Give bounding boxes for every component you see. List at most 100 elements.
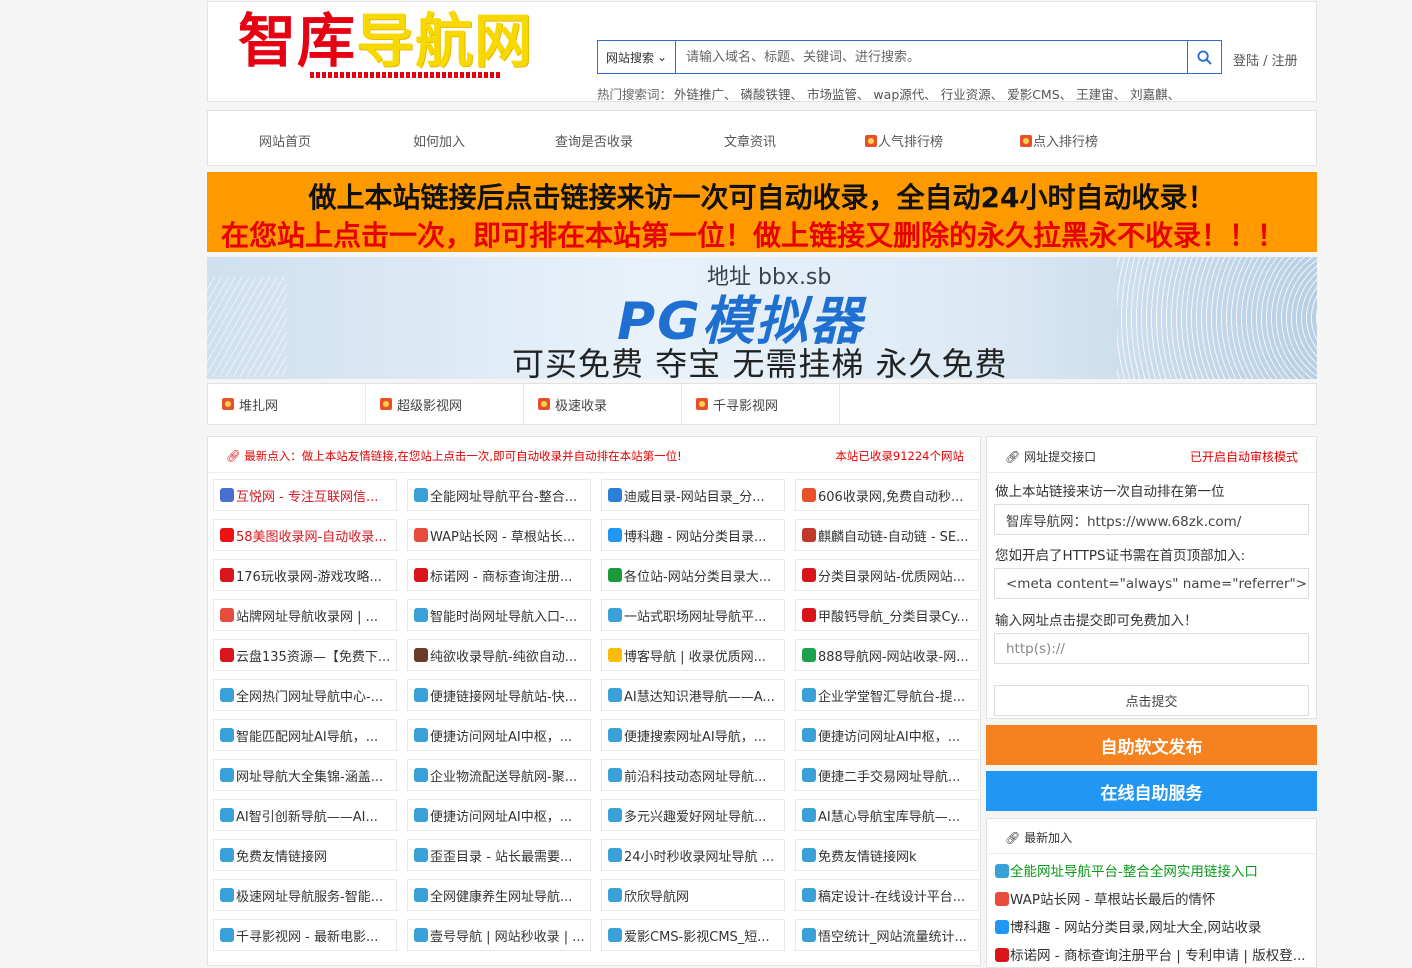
site-link[interactable]: 便捷访问网址AI中枢，... — [407, 799, 591, 831]
site-favicon-icon — [608, 528, 622, 542]
site-link[interactable]: AI慧达知识港导航——A... — [601, 679, 785, 711]
nav-how-to-join[interactable]: 如何加入 — [413, 131, 465, 150]
site-link[interactable]: AI慧心导航宝库导航—... — [795, 799, 979, 831]
site-link[interactable]: 智能匹配网址AI导航，... — [213, 719, 397, 751]
site-link[interactable]: 稿定设计-在线设计平台... — [795, 879, 979, 911]
friend-link[interactable]: 堆扎网 — [208, 384, 366, 424]
site-header: 智库导航网 网站搜索⌄ 登陆 / 注册 热门搜索词：外链推广、 磷酸铁锂、 市场… — [207, 1, 1317, 102]
search-button[interactable] — [1187, 41, 1221, 73]
site-link[interactable]: 各位站-网站分类目录大... — [601, 559, 785, 591]
notice-banner[interactable]: 做上本站链接后点击链接来访一次可自动收录，全自动24小时自动收录！ 在您站上点击… — [207, 172, 1317, 252]
site-link[interactable]: 网址导航大全集锦-涵盖... — [213, 759, 397, 791]
site-link[interactable]: 便捷访问网址AI中枢，... — [795, 719, 979, 751]
site-link[interactable]: 爱影CMS-影视CMS_短... — [601, 919, 785, 951]
site-link[interactable]: 58美图收录网-自动收录... — [213, 519, 397, 551]
site-link-label: 便捷访问网址AI中枢，... — [430, 729, 573, 745]
latest-join-item[interactable]: 全能网址导航平台-整合全网实用链接入口 — [995, 860, 1258, 880]
site-link[interactable]: 多元兴趣爱好网址导航... — [601, 799, 785, 831]
notice-line-2: 在您站上点击一次，即可排在本站第一位！做上链接又删除的永久拉黑永不收录！！！ — [221, 219, 1286, 252]
site-link[interactable]: 全网热门网址导航中心-... — [213, 679, 397, 711]
site-link[interactable]: 标诺网 - 商标查询注册... — [407, 559, 591, 591]
site-favicon-icon — [608, 488, 622, 502]
site-link[interactable]: 全网健康养生网址导航... — [407, 879, 591, 911]
site-link[interactable]: 企业学堂智汇导航台-提... — [795, 679, 979, 711]
site-link[interactable]: 云盘135资源—【免费下... — [213, 639, 397, 671]
site-link[interactable]: 麒麟自动链-自动链 - SE... — [795, 519, 979, 551]
site-link[interactable]: 便捷访问网址AI中枢，... — [407, 719, 591, 751]
site-link[interactable]: 便捷二手交易网址导航... — [795, 759, 979, 791]
nav-home[interactable]: 网站首页 — [259, 131, 311, 150]
site-link[interactable]: 纯欲收录导航-纯欲自动... — [407, 639, 591, 671]
hot-search-words[interactable]: 热门搜索词： 外链推广、 磷酸铁锂、 市场监管、 wap源代、 行业资源、 爱影C… — [597, 84, 1180, 103]
site-link[interactable]: 互悦网 - 专注互联网信... — [213, 479, 397, 511]
site-favicon-icon — [995, 864, 1009, 878]
site-link[interactable]: AI智引创新导航——AI... — [213, 799, 397, 831]
site-link[interactable]: 极速网址导航服务-智能... — [213, 879, 397, 911]
nav-articles[interactable]: 文章资讯 — [724, 131, 776, 150]
site-link[interactable]: 智能时尚网址导航入口-... — [407, 599, 591, 631]
site-favicon-icon — [802, 488, 816, 502]
site-link-label: 甲酸钙导航_分类目录Cy... — [818, 609, 969, 625]
site-link-label: 全网健康养生网址导航... — [430, 889, 573, 905]
site-link[interactable]: 一站式职场网址导航平... — [601, 599, 785, 631]
nav-popular-ranking[interactable]: 人气排行榜 — [865, 131, 943, 150]
submit-button[interactable]: 点击提交 — [994, 685, 1309, 716]
site-link-code[interactable]: 智库导航网：https://www.68zk.com/ — [994, 504, 1309, 535]
site-favicon-icon — [220, 768, 234, 782]
site-link[interactable]: 歪歪目录 - 站长最需要... — [407, 839, 591, 871]
site-favicon-icon — [414, 688, 428, 702]
site-link-label: 博客导航 | 收录优质网... — [624, 649, 767, 665]
site-link-label: 爱影CMS-影视CMS_短... — [624, 929, 770, 945]
self-service-button[interactable]: 在线自助服务 — [986, 771, 1317, 811]
site-link[interactable]: 888导航网-网站收录-网... — [795, 639, 979, 671]
article-publish-button[interactable]: 自助软文发布 — [986, 725, 1317, 765]
hot-icon — [222, 398, 234, 410]
site-favicon-icon — [220, 848, 234, 862]
site-link[interactable]: WAP站长网 - 草根站长... — [407, 519, 591, 551]
site-link[interactable]: 甲酸钙导航_分类目录Cy... — [795, 599, 979, 631]
site-link[interactable]: 迪威目录-网站目录_分... — [601, 479, 785, 511]
url-input[interactable]: http(s):// — [994, 633, 1309, 664]
site-link[interactable]: 悟空统计_网站流量统计... — [795, 919, 979, 951]
site-favicon-icon — [802, 808, 816, 822]
friend-link[interactable]: 极速收录 — [524, 384, 682, 424]
site-link[interactable]: 606收录网,免费自动秒... — [795, 479, 979, 511]
latest-join-item[interactable]: 标诺网 - 商标查询注册平台 | 专利申请 | 版权登... — [995, 944, 1306, 964]
site-link-label: 稿定设计-在线设计平台... — [818, 889, 966, 905]
search-input[interactable] — [676, 41, 1187, 73]
nav-check-indexed[interactable]: 查询是否收录 — [555, 131, 633, 150]
site-favicon-icon — [220, 528, 234, 542]
latest-join-item[interactable]: 博科趣 - 网站分类目录,网址大全,网站收录 — [995, 916, 1262, 936]
site-link[interactable]: 企业物流配送导航网-聚... — [407, 759, 591, 791]
site-link[interactable]: 176玩收录网-游戏攻略... — [213, 559, 397, 591]
site-link[interactable]: 24小时秒收录网址导航 ... — [601, 839, 785, 871]
site-link[interactable]: 博客导航 | 收录优质网... — [601, 639, 785, 671]
referrer-meta-code[interactable]: <meta content="always" name="referrer"> — [994, 568, 1309, 599]
ad-banner[interactable]: 地址 bbx.sb PG模拟器 可买免费 夺宝 无需挂梯 永久免费 — [207, 257, 1317, 379]
site-link[interactable]: 免费友情链接网 — [213, 839, 397, 871]
site-link[interactable]: 壹号导航 | 网站秒收录 | ... — [407, 919, 591, 951]
latest-join-item[interactable]: WAP站长网 - 草根站长最后的情怀 — [995, 888, 1215, 908]
login-register-link[interactable]: 登陆 / 注册 — [1233, 50, 1298, 69]
nav-click-ranking[interactable]: 点入排行榜 — [1020, 131, 1098, 150]
site-favicon-icon — [608, 728, 622, 742]
search-type-select[interactable]: 网站搜索 ⌄ — [598, 41, 676, 73]
site-link-label: 互悦网 - 专注互联网信... — [236, 489, 379, 505]
site-link[interactable]: 欣欣导航网 — [601, 879, 785, 911]
site-favicon-icon — [414, 528, 428, 542]
site-link[interactable]: 前沿科技动态网址导航... — [601, 759, 785, 791]
site-logo[interactable]: 智库导航网 — [238, 6, 533, 76]
site-link[interactable]: 博科趣 - 网站分类目录... — [601, 519, 785, 551]
site-link[interactable]: 全能网址导航平台-整合... — [407, 479, 591, 511]
site-link[interactable]: 分类目录网站-优质网站... — [795, 559, 979, 591]
site-link[interactable]: 便捷搜索网址AI导航，... — [601, 719, 785, 751]
site-link[interactable]: 便捷链接网址导航站-快... — [407, 679, 591, 711]
site-link[interactable]: 千寻影视网 - 最新电影... — [213, 919, 397, 951]
site-link[interactable]: 站牌网址导航收录网 | ... — [213, 599, 397, 631]
site-link-label: 免费友情链接网k — [818, 849, 917, 865]
site-link[interactable]: 免费友情链接网k — [795, 839, 979, 871]
site-link-label: 极速网址导航服务-智能... — [236, 889, 384, 905]
friend-link[interactable]: 千寻影视网 — [682, 384, 840, 424]
site-favicon-icon — [220, 928, 234, 942]
friend-link[interactable]: 超级影视网 — [366, 384, 524, 424]
